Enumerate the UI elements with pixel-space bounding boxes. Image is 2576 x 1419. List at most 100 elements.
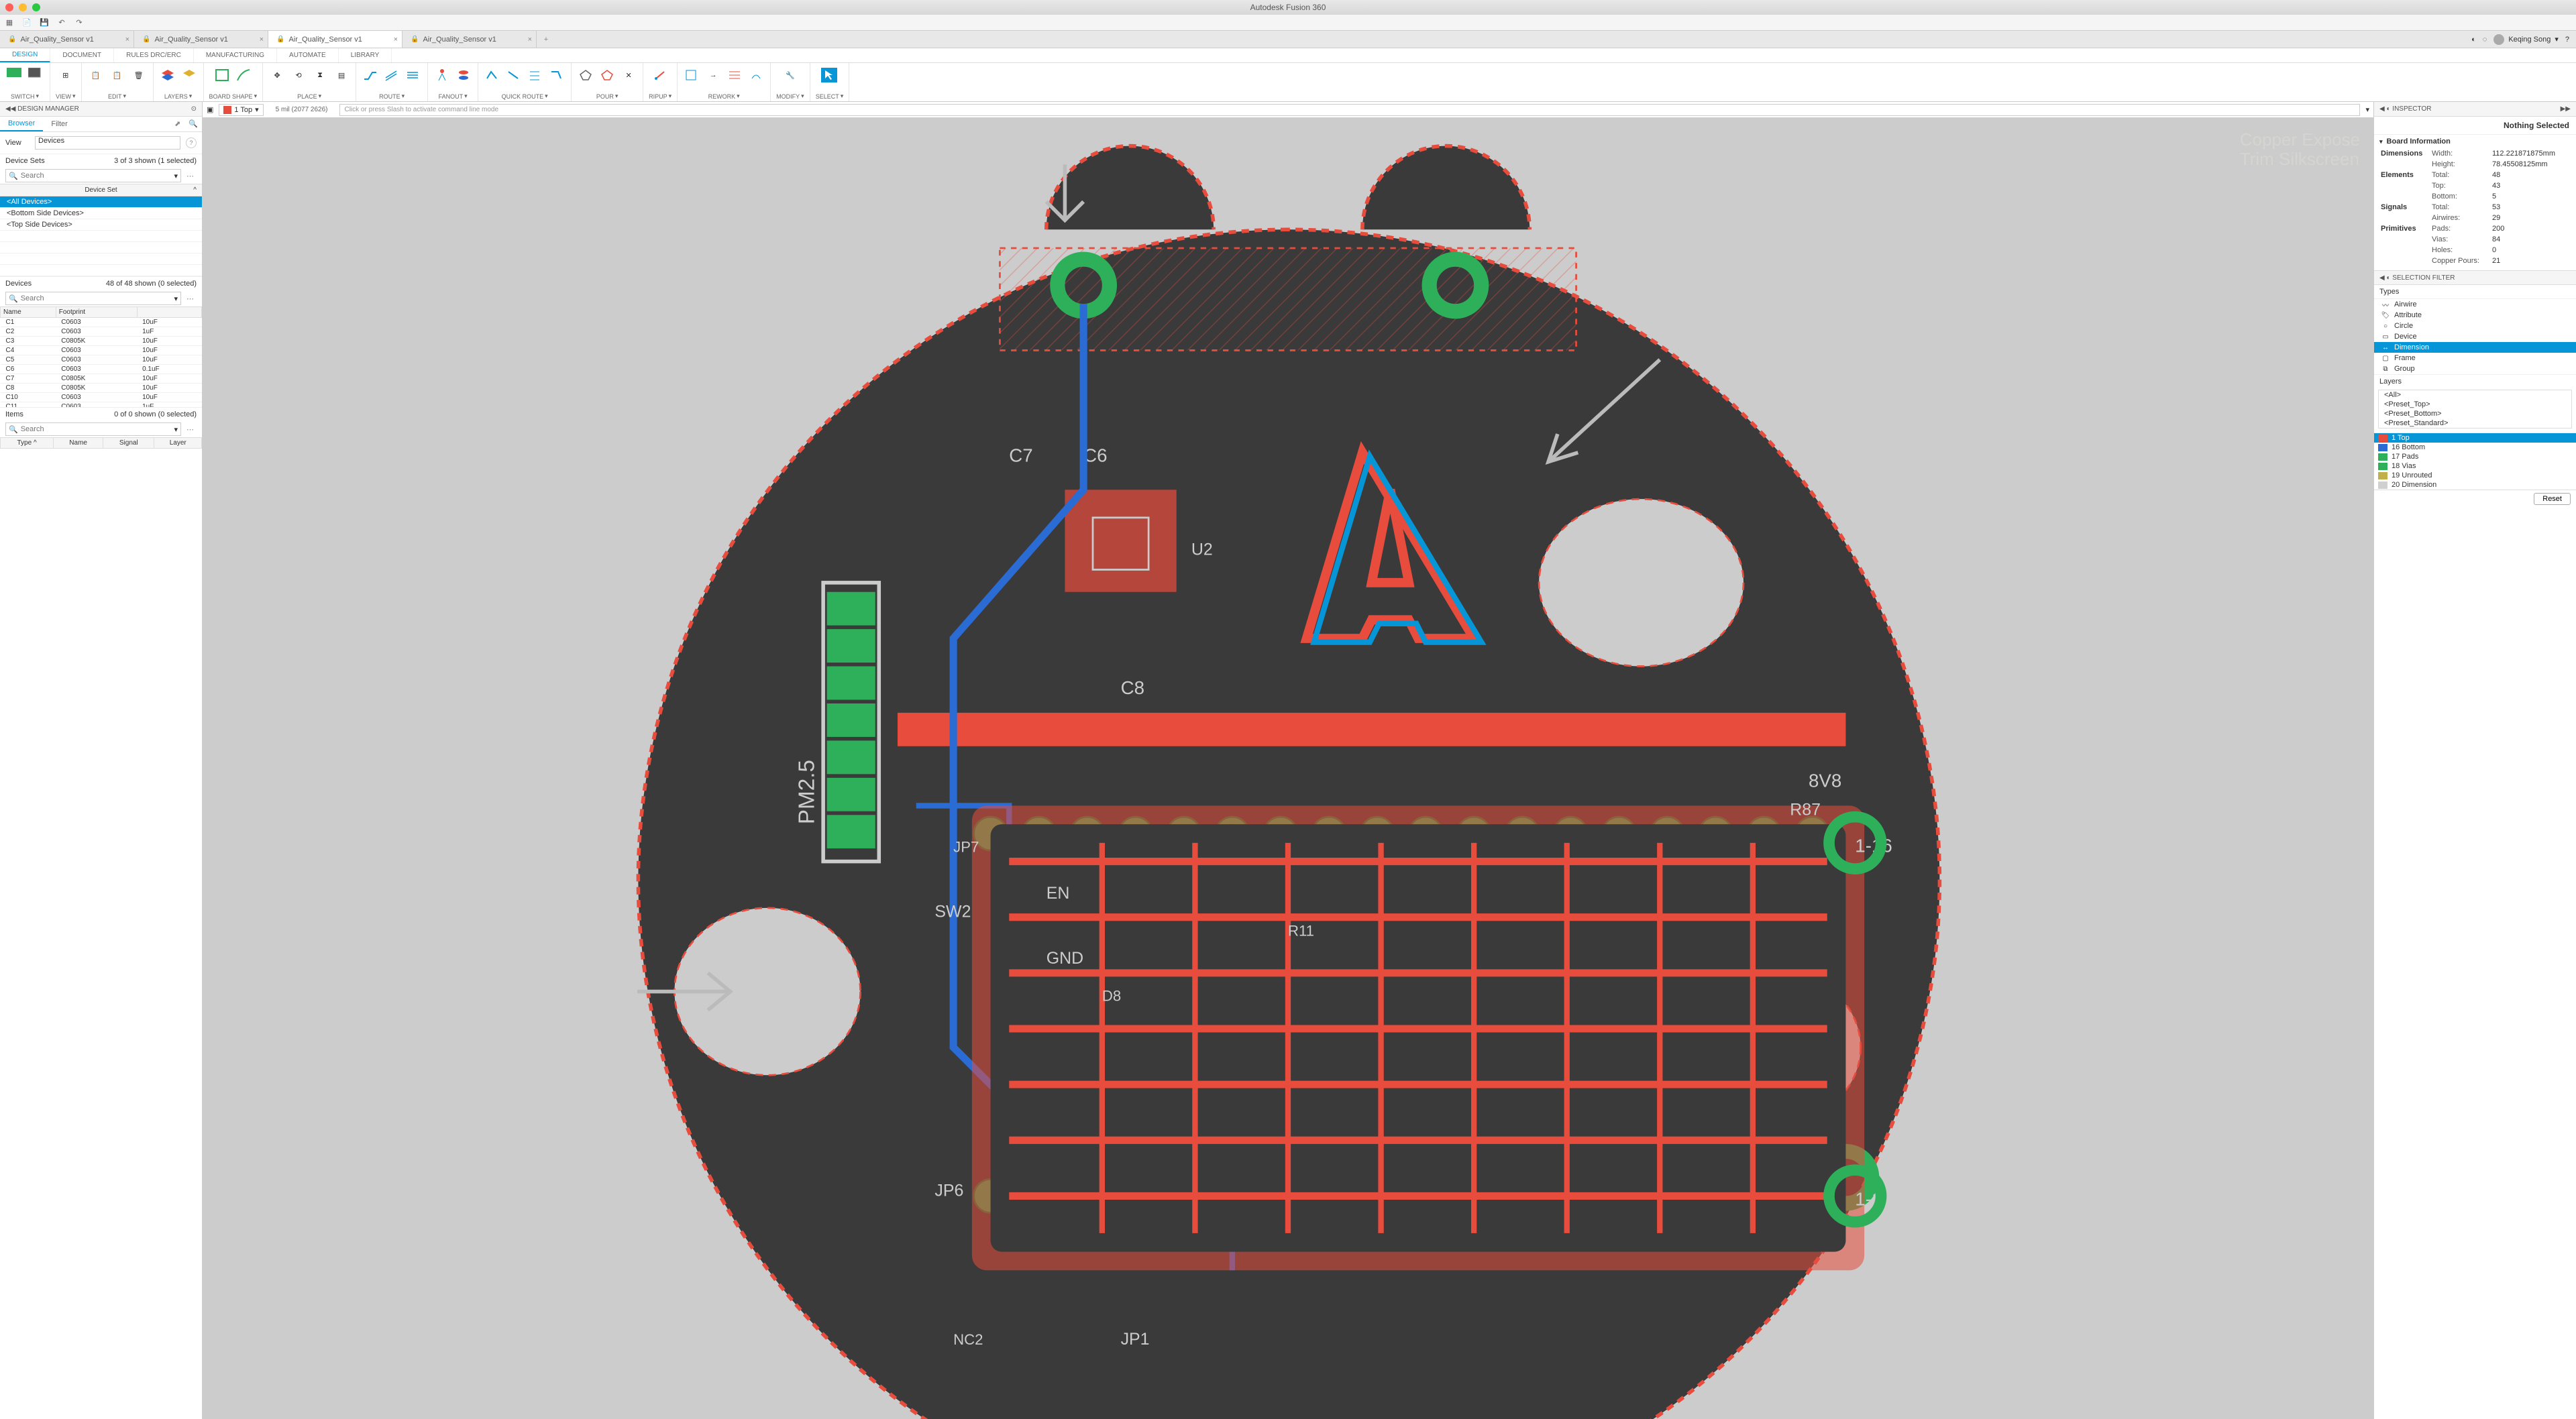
quickroute2-icon[interactable] xyxy=(505,66,523,84)
notifications-icon[interactable]: ◌ xyxy=(2483,36,2487,44)
filter-type-row[interactable]: ▭Device xyxy=(2374,331,2576,342)
workspace-tab-library[interactable]: LIBRARY xyxy=(339,48,392,62)
col-type[interactable]: Type ^ xyxy=(1,438,54,449)
rotate-icon[interactable]: ⟲ xyxy=(290,66,307,84)
close-tab-icon[interactable]: × xyxy=(394,36,398,44)
schematic-icon[interactable] xyxy=(5,66,23,84)
ribbon-label[interactable]: RIPUP ▾ xyxy=(649,93,672,100)
device-set-row[interactable]: <Bottom Side Devices> xyxy=(0,208,202,219)
apps-grid-icon[interactable]: ▦ xyxy=(4,17,15,28)
selection-mode-icon[interactable]: ▣ xyxy=(207,105,213,114)
route-diff-icon[interactable] xyxy=(383,66,400,84)
align-icon[interactable]: ▤ xyxy=(333,66,350,84)
device-row[interactable]: C1C060310uF xyxy=(1,318,202,327)
ribbon-label[interactable]: QUICK ROUTE ▾ xyxy=(502,93,548,100)
reset-button[interactable]: Reset xyxy=(2534,493,2571,505)
browser-tab[interactable]: Browser xyxy=(0,117,43,131)
ripup-icon[interactable] xyxy=(651,66,669,84)
file-tab[interactable]: 🔒 Air_Quality_Sensor v1 × xyxy=(402,31,537,48)
layer-row[interactable]: 19 Unrouted xyxy=(2374,471,2576,480)
device-row[interactable]: C3C0805K10uF xyxy=(1,337,202,346)
filter-tab[interactable]: Filter xyxy=(43,117,75,131)
device-set-row[interactable]: <Top Side Devices> xyxy=(0,219,202,231)
file-tab[interactable]: 🔒 Air_Quality_Sensor v1 × xyxy=(0,31,134,48)
filter-type-row[interactable]: 〰Airwire xyxy=(2374,299,2576,310)
expand-icon[interactable]: ▶▶ xyxy=(2561,105,2571,113)
active-layer-select[interactable]: 1 Top ▾ xyxy=(219,104,263,116)
slide-icon[interactable] xyxy=(683,66,700,84)
polygon-icon[interactable] xyxy=(577,66,594,84)
minimize-window-button[interactable] xyxy=(19,3,27,11)
ribbon-label[interactable]: LAYERS ▾ xyxy=(164,93,192,100)
ribbon-label[interactable]: BOARD SHAPE ▾ xyxy=(209,93,258,100)
device-row[interactable]: C2C06031uF xyxy=(1,327,202,337)
help-icon[interactable]: ? xyxy=(2565,36,2569,44)
ribbon-label[interactable]: ROUTE ▾ xyxy=(379,93,405,100)
ribbon-label[interactable]: POUR ▾ xyxy=(596,93,619,100)
add-tab-button[interactable]: + xyxy=(537,31,555,48)
cutout-icon[interactable] xyxy=(235,66,252,84)
search-input[interactable] xyxy=(21,172,172,180)
preset-row[interactable]: <Preset_Top> xyxy=(2379,400,2571,409)
save-icon[interactable]: 💾 xyxy=(39,17,50,28)
command-line-input[interactable]: Click or press Slash to activate command… xyxy=(339,104,2360,116)
via-stack-icon[interactable] xyxy=(455,66,472,84)
quickroute-icon[interactable] xyxy=(484,66,501,84)
device-row[interactable]: C4C060310uF xyxy=(1,346,202,355)
chevron-down-icon[interactable]: ▾ xyxy=(174,425,178,434)
close-tab-icon[interactable]: × xyxy=(125,36,129,44)
device-row[interactable]: C8C0805K10uF xyxy=(1,384,202,393)
chevron-down-icon[interactable]: ▾ xyxy=(2365,105,2369,114)
panel-menu-icon[interactable]: ⊙ xyxy=(191,105,197,113)
ribbon-label[interactable]: VIEW ▾ xyxy=(56,93,76,100)
delete-icon[interactable]: 🗑 xyxy=(130,66,148,84)
maximize-window-button[interactable] xyxy=(32,3,40,11)
file-tab-active[interactable]: 🔒 Air_Quality_Sensor v1 × xyxy=(268,31,402,48)
ribbon-label[interactable]: SWITCH ▾ xyxy=(11,93,39,100)
more-icon[interactable]: ⋯ xyxy=(184,294,197,303)
preset-row[interactable]: <Preset_Standard> xyxy=(2379,418,2571,428)
move-icon[interactable]: ✥ xyxy=(268,66,286,84)
fanout-icon[interactable] xyxy=(433,66,451,84)
layer-row[interactable]: 18 Vias xyxy=(2374,461,2576,471)
chevron-down-icon[interactable]: ▾ xyxy=(174,172,178,180)
select-icon[interactable] xyxy=(820,66,838,84)
quickroute4-icon[interactable] xyxy=(548,66,566,84)
chevron-down-icon[interactable]: ▾ xyxy=(174,294,178,303)
board-info-header[interactable]: ▾ Board Information xyxy=(2374,135,2576,148)
search-icon[interactable]: 🔍 xyxy=(184,117,202,131)
layer-row[interactable]: 20 Dimension xyxy=(2374,480,2576,490)
route-icon[interactable] xyxy=(362,66,379,84)
col-value[interactable] xyxy=(137,307,201,318)
search-input[interactable] xyxy=(21,425,172,433)
workspace-tab-rules[interactable]: RULES DRC/ERC xyxy=(114,48,194,62)
preset-row[interactable]: <Preset_Bottom> xyxy=(2379,409,2571,418)
wrench-icon[interactable]: 🔧 xyxy=(782,66,799,84)
ribbon-label[interactable]: PLACE ▾ xyxy=(297,93,321,100)
device-row[interactable]: C6C06030.1uF xyxy=(1,365,202,374)
col-layer[interactable]: Layer xyxy=(154,438,202,449)
workspace-tab-design[interactable]: DESIGN xyxy=(0,48,50,62)
3d-icon[interactable] xyxy=(27,66,44,84)
ribbon-label[interactable]: MODIFY ▾ xyxy=(776,93,804,100)
layer-row[interactable]: 16 Bottom xyxy=(2374,443,2576,452)
quickroute3-icon[interactable] xyxy=(527,66,544,84)
col-footprint[interactable]: Footprint xyxy=(56,307,137,318)
filter-type-row[interactable]: 🏷Attribute xyxy=(2374,310,2576,321)
col-name[interactable]: Name xyxy=(1,307,56,318)
trim-icon[interactable] xyxy=(747,66,765,84)
file-tab[interactable]: 🔒 Air_Quality_Sensor v1 × xyxy=(134,31,268,48)
close-window-button[interactable] xyxy=(5,3,13,11)
spread-icon[interactable] xyxy=(726,66,743,84)
filter-type-row[interactable]: ↔Dimension xyxy=(2374,342,2576,353)
mirror-icon[interactable]: ⧗ xyxy=(311,66,329,84)
ribbon-label[interactable]: EDIT ▾ xyxy=(108,93,126,100)
devices-search[interactable]: 🔍 ▾ xyxy=(5,292,181,305)
ribbon-label[interactable]: REWORK ▾ xyxy=(708,93,740,100)
preset-row[interactable]: <All> xyxy=(2379,390,2571,400)
unpour-icon[interactable]: ✕ xyxy=(620,66,637,84)
search-input[interactable] xyxy=(21,294,172,302)
paste-icon[interactable]: 📋 xyxy=(109,66,126,84)
file-icon[interactable]: 📄 xyxy=(21,17,32,28)
device-row[interactable]: C10C060310uF xyxy=(1,393,202,402)
